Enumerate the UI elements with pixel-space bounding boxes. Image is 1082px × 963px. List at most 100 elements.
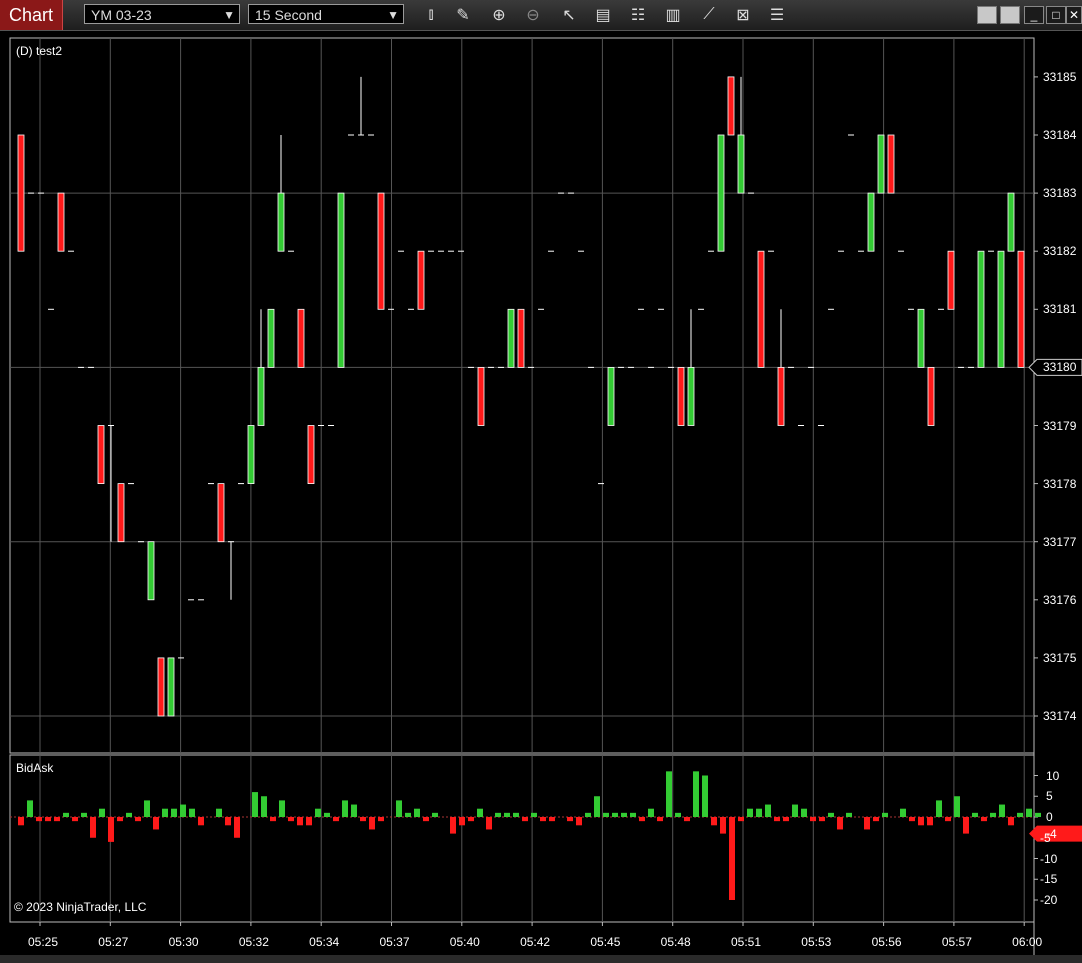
time-axis-label: 05:40 — [449, 935, 480, 949]
bidask-positive-bar — [621, 812, 627, 817]
time-axis-label: 05:57 — [941, 935, 972, 949]
bidask-negative-bar — [837, 817, 843, 830]
time-axis-label: 06:00 — [1012, 935, 1043, 949]
price-axis-label: 33174 — [1043, 709, 1077, 723]
bidask-negative-bar — [774, 817, 780, 822]
bidask-positive-bar — [351, 804, 357, 817]
down-candle — [947, 250, 955, 310]
price-axis-label: 33176 — [1043, 592, 1077, 607]
bidask-positive-bar — [846, 812, 852, 817]
bidask-negative-bar — [468, 817, 474, 822]
bidask-negative-bar — [981, 817, 987, 822]
bidask-positive-bar — [594, 796, 600, 817]
main-panel-title: (D) test2 — [16, 44, 63, 58]
bidask-negative-bar — [639, 817, 645, 822]
bidask-positive-bar — [252, 792, 258, 817]
bidask-negative-bar — [198, 817, 204, 826]
price-axis-label: 33179 — [1043, 418, 1077, 433]
down-candle — [297, 308, 305, 368]
bidask-negative-bar — [486, 817, 492, 830]
chart-canvas[interactable] — [0, 0, 1082, 963]
bidask-positive-bar — [765, 804, 771, 817]
bidask-negative-bar — [576, 817, 582, 826]
time-axis-label: 05:25 — [27, 935, 59, 949]
time-axis-label: 05:45 — [590, 935, 621, 949]
bidask-positive-bar — [504, 812, 510, 817]
down-candle — [157, 657, 165, 717]
down-candle — [677, 366, 685, 426]
bidask-positive-bar — [630, 812, 636, 817]
bidask-negative-bar — [810, 817, 816, 822]
bidask-positive-bar — [1035, 812, 1041, 817]
bidask-positive-bar — [279, 800, 285, 817]
bidask-negative-bar — [540, 817, 546, 822]
bidask-negative-bar — [522, 817, 528, 822]
bidask-positive-bar — [585, 812, 591, 817]
bidask-positive-bar — [162, 808, 168, 817]
price-axis-label: 33175 — [1043, 650, 1077, 665]
bidask-negative-bar — [153, 817, 159, 830]
bidask-negative-bar — [45, 817, 51, 822]
bidask-positive-bar — [693, 771, 699, 817]
bidask-positive-bar — [648, 808, 654, 817]
bidask-positive-bar — [612, 812, 618, 817]
bidask-negative-bar — [927, 817, 933, 826]
up-candle — [867, 192, 875, 252]
bidask-axis-label: -10 — [1040, 851, 1058, 866]
up-candle — [247, 425, 255, 484]
bidask-positive-bar — [99, 808, 105, 817]
bidask-negative-bar — [873, 817, 879, 822]
bidask-positive-bar — [477, 808, 483, 817]
down-candle — [417, 250, 425, 310]
down-candle — [927, 366, 935, 426]
bidask-positive-bar — [189, 808, 195, 817]
up-candle — [147, 541, 155, 601]
bidask-negative-bar — [135, 817, 141, 822]
bidask-negative-bar — [963, 817, 969, 834]
price-axis-label: 33183 — [1043, 186, 1077, 201]
bidask-axis-label: 5 — [1046, 789, 1053, 804]
bidask-positive-bar — [756, 808, 762, 817]
bidask-positive-bar — [702, 775, 708, 817]
bidask-negative-bar — [819, 817, 825, 822]
down-candle — [307, 425, 315, 484]
bidask-positive-bar — [180, 804, 186, 817]
bidask-axis-label: 0 — [1046, 810, 1053, 824]
bidask-negative-bar — [297, 817, 303, 826]
up-candle — [687, 366, 695, 426]
bidask-positive-bar — [432, 812, 438, 817]
bidask-positive-bar — [675, 812, 681, 817]
bidask-positive-bar — [792, 804, 798, 817]
down-candle — [727, 76, 735, 136]
horizontal-scrollbar[interactable] — [0, 955, 1082, 963]
bidask-positive-bar — [261, 796, 267, 817]
bidask-positive-bar — [882, 812, 888, 817]
bidask-negative-bar — [450, 817, 456, 834]
down-candle — [777, 366, 785, 426]
bidask-positive-bar — [900, 808, 906, 817]
bidask-negative-bar — [423, 817, 429, 822]
bidask-axis-label: 10 — [1046, 768, 1060, 783]
up-candle — [267, 308, 275, 368]
up-candle — [917, 308, 925, 368]
bidask-negative-bar — [234, 817, 240, 838]
bidask-positive-bar — [81, 812, 87, 817]
bidask-panel-title: BidAsk — [16, 761, 54, 775]
price-axis-label: 33177 — [1043, 534, 1077, 549]
time-axis-label: 05:34 — [309, 935, 340, 949]
down-candle — [477, 366, 485, 426]
bidask-positive-bar — [171, 808, 177, 817]
bidask-positive-bar — [144, 800, 150, 817]
bidask-negative-bar — [225, 817, 231, 826]
bidask-negative-bar — [459, 817, 465, 826]
bidask-positive-bar — [27, 800, 33, 817]
bidask-positive-bar — [954, 796, 960, 817]
bidask-negative-bar — [783, 817, 789, 822]
bidask-negative-bar — [945, 817, 951, 822]
up-candle — [977, 250, 985, 368]
price-axis-label: 33178 — [1043, 476, 1077, 491]
bidask-negative-bar — [549, 817, 555, 822]
down-candle — [887, 134, 895, 194]
bidask-negative-bar — [378, 817, 384, 822]
bidask-negative-bar — [711, 817, 717, 826]
